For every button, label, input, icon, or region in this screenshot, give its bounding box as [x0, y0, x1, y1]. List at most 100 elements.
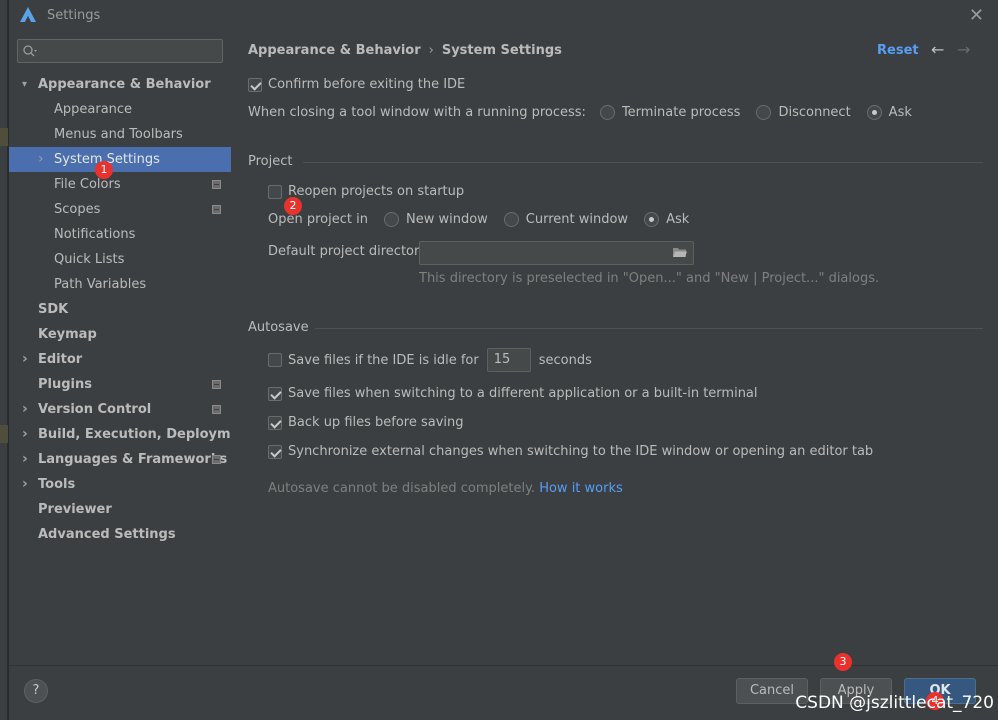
project-level-icon [212, 405, 221, 414]
confirm-exit-checkbox[interactable] [248, 77, 262, 92]
sidebar-item[interactable]: › System Settings [9, 147, 231, 172]
sidebar-item[interactable]: Menus and Toolbars [9, 122, 231, 147]
radio-current-window[interactable]: Current window [503, 212, 629, 227]
radio-button[interactable] [866, 105, 882, 120]
radio-label: Terminate process [621, 105, 741, 120]
search-input[interactable] [17, 39, 223, 63]
radio-button[interactable] [383, 212, 399, 227]
sidebar-item[interactable]: Appearance [9, 97, 231, 122]
radio-new-window[interactable]: New window [383, 212, 488, 227]
radio-button[interactable] [599, 105, 615, 120]
radio-disconnect[interactable]: Disconnect [756, 105, 851, 120]
breadcrumb: Appearance & Behavior › System Settings [248, 43, 562, 58]
sidebar-item[interactable]: Keymap [9, 322, 231, 347]
radio-label: Current window [525, 212, 629, 227]
project-level-icon [212, 180, 221, 189]
annotation-badge: 1 [95, 161, 113, 179]
sidebar-item-label: Menus and Toolbars [54, 127, 183, 142]
autosave-note: Autosave cannot be disabled completely. … [268, 481, 623, 496]
ide-marker [0, 128, 8, 146]
sidebar-item[interactable]: › Tools [9, 472, 231, 497]
sidebar-item[interactable]: › Editor [9, 347, 231, 372]
sidebar-item-label: Tools [38, 477, 76, 492]
sync-checkbox[interactable] [268, 444, 282, 459]
save-on-switch-checkbox[interactable] [268, 386, 282, 401]
save-on-switch-option[interactable]: Save files when switching to a different… [268, 386, 758, 401]
settings-sidebar: ▾ Appearance & Behavior Appearance Menus an… [9, 30, 255, 665]
sidebar-item[interactable]: Path Variables [9, 272, 231, 297]
sidebar-item[interactable]: › Languages & Frameworks [9, 447, 231, 472]
sidebar-item-label: Scopes [54, 202, 101, 217]
chevron-right-icon[interactable]: › [22, 447, 32, 472]
section-divider [315, 328, 983, 329]
open-project-in-label: Open project in [268, 212, 368, 227]
sidebar-item[interactable]: Plugins [9, 372, 231, 397]
back-arrow-icon[interactable]: ← [931, 40, 944, 59]
radio-label: Ask [666, 212, 690, 227]
sidebar-item[interactable]: Quick Lists [9, 247, 231, 272]
app-logo-icon [20, 7, 36, 22]
reset-link[interactable]: Reset [877, 43, 919, 58]
sidebar-item-label: Appearance & Behavior [38, 77, 211, 92]
sidebar-item[interactable]: Previewer [9, 497, 231, 522]
project-section-title: Project [248, 154, 292, 169]
project-level-icon [212, 205, 221, 214]
sidebar-item[interactable]: Advanced Settings [9, 522, 231, 547]
annotation-badge: 3 [834, 653, 852, 671]
backup-option[interactable]: Back up files before saving [268, 415, 464, 430]
radio-button[interactable] [503, 212, 519, 227]
chevron-down-icon[interactable]: ▾ [22, 72, 32, 97]
sync-label: Synchronize external changes when switch… [288, 444, 874, 459]
default-dir-field[interactable] [419, 241, 694, 265]
radio-terminate-process[interactable]: Terminate process [599, 105, 741, 120]
sidebar-item[interactable]: › Build, Execution, Deployment [9, 422, 255, 447]
radio-button[interactable] [644, 212, 660, 227]
chevron-right-icon[interactable]: › [22, 422, 32, 447]
section-divider [303, 162, 983, 163]
sidebar-item-label: Build, Execution, Deployment [38, 427, 255, 442]
breadcrumb-parent[interactable]: Appearance & Behavior [248, 43, 421, 58]
reopen-projects-label: Reopen projects on startup [288, 184, 465, 199]
radio-label: New window [405, 212, 488, 227]
help-button[interactable]: ? [24, 679, 48, 703]
breadcrumb-separator: › [428, 43, 434, 58]
radio-ask[interactable]: Ask [866, 105, 912, 120]
background-ide-strip [0, 0, 8, 720]
confirm-exit-option[interactable]: Confirm before exiting the IDE [248, 77, 465, 92]
sync-option[interactable]: Synchronize external changes when switch… [268, 444, 873, 459]
project-level-icon [212, 455, 221, 464]
how-it-works-link[interactable]: How it works [539, 481, 623, 496]
title-bar: Settings ✕ [9, 0, 998, 30]
chevron-right-icon[interactable]: › [22, 472, 32, 497]
sidebar-item[interactable]: › Version Control [9, 397, 231, 422]
settings-content: Appearance & Behavior › System Settings Re… [231, 30, 998, 665]
chevron-right-icon[interactable]: › [38, 147, 48, 172]
radio-button[interactable] [756, 105, 772, 120]
folder-icon[interactable] [673, 247, 687, 258]
idle-seconds-input[interactable]: 15 [486, 348, 531, 372]
reopen-projects-option[interactable]: Reopen projects on startup [268, 184, 464, 199]
chevron-right-icon[interactable]: › [22, 347, 32, 372]
sidebar-item[interactable]: Scopes [9, 197, 231, 222]
sidebar-item-label: Editor [38, 352, 83, 367]
project-level-icon [212, 380, 221, 389]
sidebar-item[interactable]: ▾ Appearance & Behavior [9, 72, 231, 97]
autosave-section-title: Autosave [248, 320, 309, 335]
sidebar-item[interactable]: File Colors [9, 172, 231, 197]
reopen-projects-checkbox[interactable] [268, 184, 282, 199]
backup-checkbox[interactable] [268, 415, 282, 430]
chevron-right-icon[interactable]: › [22, 397, 32, 422]
sidebar-item-label: Plugins [38, 377, 92, 392]
sidebar-item[interactable]: Notifications [9, 222, 231, 247]
breadcrumb-current: System Settings [441, 43, 562, 58]
idle-save-checkbox[interactable] [268, 353, 282, 367]
radio-ask-open[interactable]: Ask [644, 212, 689, 227]
closing-tool-window-label: When closing a tool window with a runnin… [248, 105, 586, 120]
sidebar-item[interactable]: SDK [9, 297, 231, 322]
sidebar-item-label: Appearance [54, 102, 133, 117]
close-icon[interactable]: ✕ [969, 5, 984, 26]
default-dir-label: Default project directory: [268, 244, 431, 259]
idle-seconds-unit: seconds [538, 352, 592, 368]
sidebar-item-label: Keymap [38, 327, 97, 342]
idle-save-option: Save files if the IDE is idle for 15 sec… [268, 348, 592, 372]
